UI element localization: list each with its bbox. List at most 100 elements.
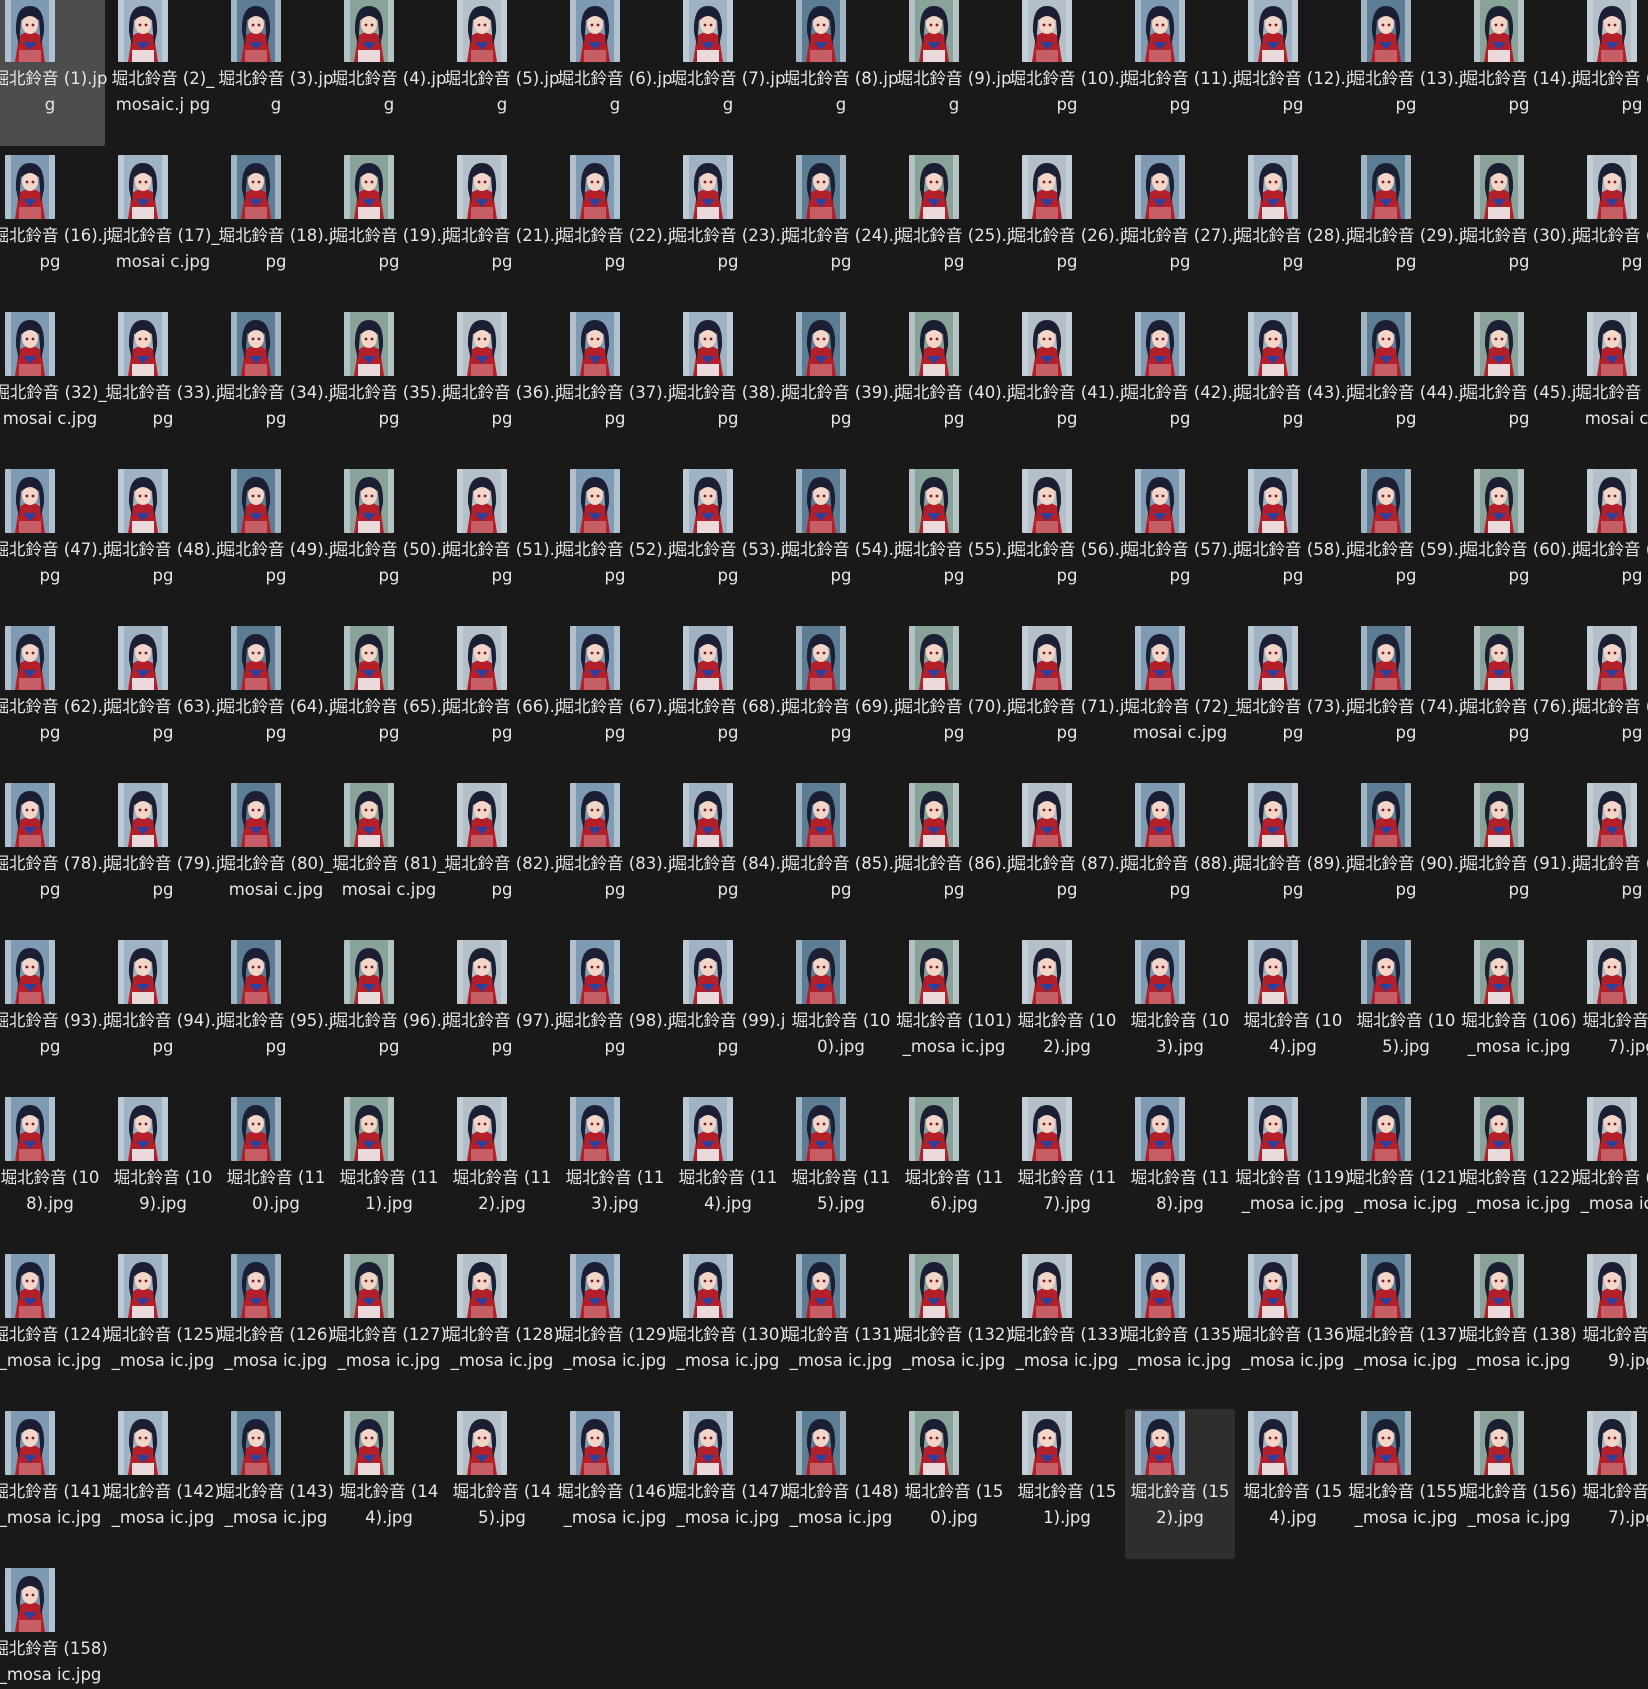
file-item[interactable]: 堀北鈴音 (63).jpg — [106, 624, 220, 774]
file-item[interactable]: 堀北鈴音 (97).jpg — [445, 938, 559, 1088]
file-item[interactable]: 堀北鈴音 (89).jpg — [1236, 781, 1350, 931]
file-item[interactable]: 堀北鈴音 (32)_mosai c.jpg — [0, 310, 107, 460]
file-item[interactable]: 堀北鈴音 (126)_mosa ic.jpg — [218, 1252, 334, 1402]
file-item[interactable]: 堀北鈴音 (77).jpg — [1575, 624, 1648, 774]
file-item[interactable]: 堀北鈴音 (82).jpg — [445, 781, 559, 931]
file-item[interactable]: 堀北鈴音 (24).jpg — [784, 153, 898, 303]
file-item[interactable]: 堀北鈴音 (64).jpg — [219, 624, 333, 774]
file-item[interactable]: 堀北鈴音 (114).jpg — [673, 1095, 783, 1245]
file-item[interactable]: 堀北鈴音 (111).jpg — [334, 1095, 444, 1245]
file-item[interactable]: 堀北鈴音 (41).jpg — [1010, 310, 1124, 460]
file-item[interactable]: 堀北鈴音 (52).jpg — [558, 467, 672, 617]
file-item[interactable]: 堀北鈴音 (83).jpg — [558, 781, 672, 931]
file-item[interactable]: 堀北鈴音 (124)_mosa ic.jpg — [0, 1252, 108, 1402]
file-item[interactable]: 堀北鈴音 (86).jpg — [897, 781, 1011, 931]
file-item[interactable]: 堀北鈴音 (10).jpg — [1010, 0, 1124, 146]
file-item[interactable]: 堀北鈴音 (8).jpg — [784, 0, 898, 146]
file-item[interactable]: 堀北鈴音 (33).jpg — [106, 310, 220, 460]
file-item[interactable]: 堀北鈴音 (51).jpg — [445, 467, 559, 617]
file-item[interactable]: 堀北鈴音 (26).jpg — [1010, 153, 1124, 303]
file-item[interactable]: 堀北鈴音 (115).jpg — [786, 1095, 896, 1245]
file-item[interactable]: 堀北鈴音 (121)_mosa ic.jpg — [1348, 1095, 1464, 1245]
file-item[interactable]: 堀北鈴音 (14).jpg — [1462, 0, 1576, 146]
file-item[interactable]: 堀北鈴音 (107).jpg — [1577, 938, 1648, 1088]
file-grid[interactable]: 堀北鈴音 (1).jpg 堀北鈴音 (2)_mosaic.j pg 堀北鈴音 (3)… — [0, 0, 1648, 1689]
file-item[interactable]: 堀北鈴音 (44).jpg — [1349, 310, 1463, 460]
file-item[interactable]: 堀北鈴音 (6).jpg — [558, 0, 672, 146]
file-item[interactable]: 堀北鈴音 (154).jpg — [1238, 1409, 1348, 1559]
file-item[interactable]: 堀北鈴音 (69).jpg — [784, 624, 898, 774]
file-item[interactable]: 堀北鈴音 (148)_mosa ic.jpg — [783, 1409, 899, 1559]
file-item[interactable]: 堀北鈴音 (40).jpg — [897, 310, 1011, 460]
file-item[interactable]: 堀北鈴音 (147)_mosa ic.jpg — [670, 1409, 786, 1559]
file-item[interactable]: 堀北鈴音 (22).jpg — [558, 153, 672, 303]
file-item[interactable]: 堀北鈴音 (80)_mosai c.jpg — [219, 781, 333, 931]
file-item[interactable]: 堀北鈴音 (28).jpg — [1236, 153, 1350, 303]
file-item[interactable]: 堀北鈴音 (78).jpg — [0, 781, 107, 931]
file-item[interactable]: 堀北鈴音 (73).jpg — [1236, 624, 1350, 774]
file-item[interactable]: 堀北鈴音 (96).jpg — [332, 938, 446, 1088]
file-item[interactable]: 堀北鈴音 (37).jpg — [558, 310, 672, 460]
file-item[interactable]: 堀北鈴音 (93).jpg — [0, 938, 107, 1088]
file-item[interactable]: 堀北鈴音 (50).jpg — [332, 467, 446, 617]
file-item[interactable]: 堀北鈴音 (101)_mosa ic.jpg — [896, 938, 1012, 1088]
file-item[interactable]: 堀北鈴音 (136)_mosa ic.jpg — [1235, 1252, 1351, 1402]
file-item[interactable]: 堀北鈴音 (117).jpg — [1012, 1095, 1122, 1245]
file-item[interactable]: 堀北鈴音 (102).jpg — [1012, 938, 1122, 1088]
file-item[interactable]: 堀北鈴音 (5).jpg — [445, 0, 559, 146]
file-item[interactable]: 堀北鈴音 (113).jpg — [560, 1095, 670, 1245]
file-item[interactable]: 堀北鈴音 (47).jpg — [0, 467, 107, 617]
file-item[interactable]: 堀北鈴音 (81)_mosai c.jpg — [332, 781, 446, 931]
file-item[interactable]: 堀北鈴音 (25).jpg — [897, 153, 1011, 303]
file-item[interactable]: 堀北鈴音 (12).jpg — [1236, 0, 1350, 146]
file-item[interactable]: 堀北鈴音 (90).jpg — [1349, 781, 1463, 931]
file-item[interactable]: 堀北鈴音 (21).jpg — [445, 153, 559, 303]
file-item[interactable]: 堀北鈴音 (141)_mosa ic.jpg — [0, 1409, 108, 1559]
file-item[interactable]: 堀北鈴音 (3).jpg — [219, 0, 333, 146]
file-item[interactable]: 堀北鈴音 (132)_mosa ic.jpg — [896, 1252, 1012, 1402]
file-item[interactable]: 堀北鈴音 (9).jpg — [897, 0, 1011, 146]
file-item[interactable]: 堀北鈴音 (55).jpg — [897, 467, 1011, 617]
file-item[interactable]: 堀北鈴音 (17)_mosai c.jpg — [106, 153, 220, 303]
file-item[interactable]: 堀北鈴音 (57).jpg — [1123, 467, 1237, 617]
file-item[interactable]: 堀北鈴音 (31).jpg — [1575, 153, 1648, 303]
file-item[interactable]: 堀北鈴音 (104).jpg — [1238, 938, 1348, 1088]
file-item[interactable]: 堀北鈴音 (39).jpg — [784, 310, 898, 460]
file-item[interactable]: 堀北鈴音 (30).jpg — [1462, 153, 1576, 303]
file-item[interactable]: 堀北鈴音 (116).jpg — [899, 1095, 1009, 1245]
file-item[interactable]: 堀北鈴音 (68).jpg — [671, 624, 785, 774]
file-item[interactable]: 堀北鈴音 (135)_mosa ic.jpg — [1122, 1252, 1238, 1402]
file-item[interactable]: 堀北鈴音 (139).jpg — [1577, 1252, 1648, 1402]
file-item[interactable]: 堀北鈴音 (125)_mosa ic.jpg — [105, 1252, 221, 1402]
file-item[interactable]: 堀北鈴音 (106)_mosa ic.jpg — [1461, 938, 1577, 1088]
file-item[interactable]: 堀北鈴音 (58).jpg — [1236, 467, 1350, 617]
file-item[interactable]: 堀北鈴音 (88).jpg — [1123, 781, 1237, 931]
file-item[interactable]: 堀北鈴音 (94).jpg — [106, 938, 220, 1088]
file-item[interactable]: 堀北鈴音 (62).jpg — [0, 624, 107, 774]
file-item[interactable]: 堀北鈴音 (35).jpg — [332, 310, 446, 460]
file-item[interactable]: 堀北鈴音 (158)_mosa ic.jpg — [0, 1566, 108, 1689]
file-item[interactable]: 堀北鈴音 (79).jpg — [106, 781, 220, 931]
file-item[interactable]: 堀北鈴音 (146)_mosa ic.jpg — [557, 1409, 673, 1559]
file-item[interactable]: 堀北鈴音 (46)_mosai c.jpg — [1575, 310, 1648, 460]
file-item[interactable]: 堀北鈴音 (143)_mosa ic.jpg — [218, 1409, 334, 1559]
file-item[interactable]: 堀北鈴音 (152).jpg — [1125, 1409, 1235, 1559]
file-item[interactable]: 堀北鈴音 (74).jpg — [1349, 624, 1463, 774]
file-item[interactable]: 堀北鈴音 (4).jpg — [332, 0, 446, 146]
file-item[interactable]: 堀北鈴音 (137)_mosa ic.jpg — [1348, 1252, 1464, 1402]
file-item[interactable]: 堀北鈴音 (59).jpg — [1349, 467, 1463, 617]
file-item[interactable]: 堀北鈴音 (2)_mosaic.j pg — [108, 0, 218, 146]
file-item[interactable]: 堀北鈴音 (103).jpg — [1125, 938, 1235, 1088]
file-item[interactable]: 堀北鈴音 (100).jpg — [786, 938, 896, 1088]
file-item[interactable]: 堀北鈴音 (54).jpg — [784, 467, 898, 617]
file-item[interactable]: 堀北鈴音 (98).jpg — [558, 938, 672, 1088]
file-item[interactable]: 堀北鈴音 (112).jpg — [447, 1095, 557, 1245]
file-item[interactable]: 堀北鈴音 (110).jpg — [221, 1095, 331, 1245]
file-item[interactable]: 堀北鈴音 (144).jpg — [334, 1409, 444, 1559]
file-item[interactable]: 堀北鈴音 (70).jpg — [897, 624, 1011, 774]
file-item[interactable]: 堀北鈴音 (45).jpg — [1462, 310, 1576, 460]
file-item[interactable]: 堀北鈴音 (67).jpg — [558, 624, 672, 774]
file-item[interactable]: 堀北鈴音 (38).jpg — [671, 310, 785, 460]
file-item[interactable]: 堀北鈴音 (122)_mosa ic.jpg — [1461, 1095, 1577, 1245]
file-item[interactable]: 堀北鈴音 (131)_mosa ic.jpg — [783, 1252, 899, 1402]
